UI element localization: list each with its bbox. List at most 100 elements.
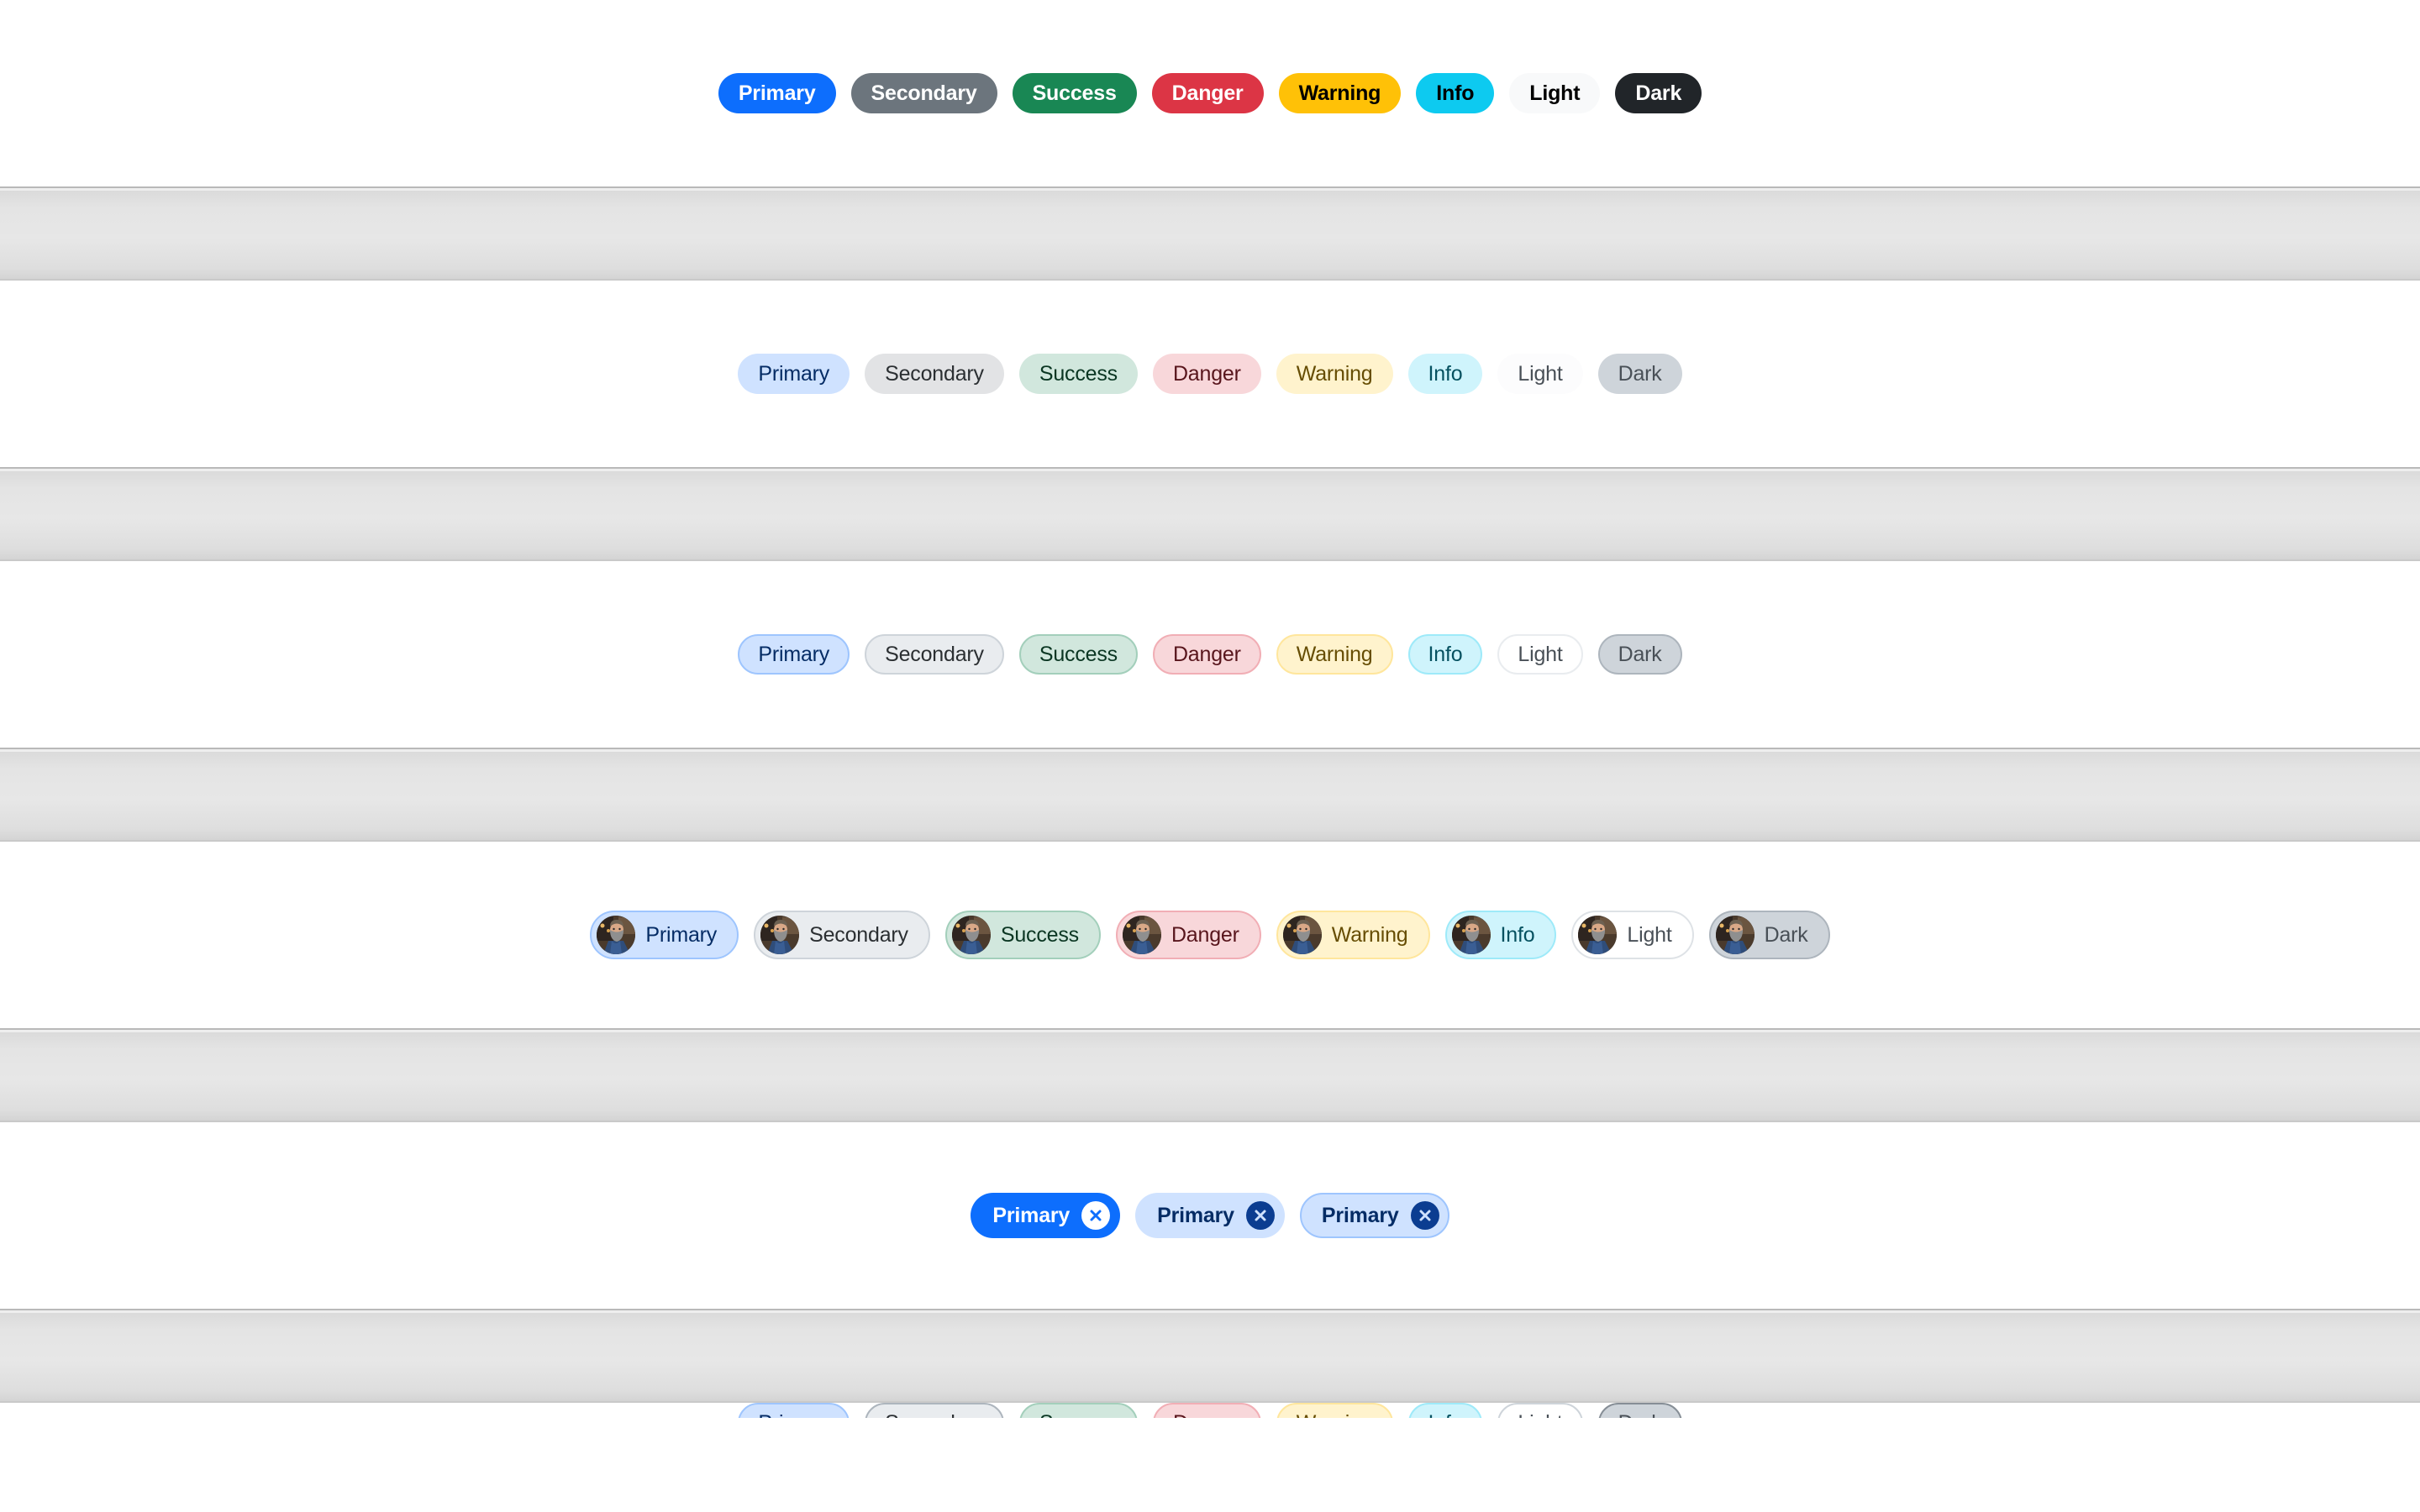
chip-light-light[interactable]: Light (1497, 634, 1583, 675)
avatar-photo (760, 916, 800, 954)
chip-danger-danger[interactable]: Danger (1151, 73, 1264, 113)
chip-label: Primary (645, 922, 718, 947)
user-avatar (597, 916, 636, 954)
chip-success-success[interactable]: Success (1018, 354, 1138, 394)
chip-primary-primary[interactable]: Primary (738, 634, 850, 675)
chip-secondary-secondary[interactable]: Secondary (865, 1403, 1004, 1418)
chip-label: Warning (1296, 361, 1373, 386)
chip-label: Warning (1298, 81, 1381, 105)
section-clipped-chips: Primary Secondary Success Danger Warning Info… (0, 1403, 2420, 1418)
user-avatar (1451, 916, 1491, 954)
avatar-photo (597, 916, 636, 954)
chip-primary-primary[interactable]: Primary (738, 354, 850, 394)
chip-row-soft: Primary Secondary Success Danger Warning Info… (738, 354, 1682, 394)
chip-outline-primary[interactable]: Primary (1299, 1193, 1449, 1238)
chip-success-success[interactable]: Success (1018, 1403, 1138, 1418)
avatar-photo (951, 916, 991, 954)
close-icon (1255, 1210, 1266, 1221)
chip-dark-dark[interactable]: Dark (1708, 911, 1830, 959)
chip-success-success[interactable]: Success (944, 911, 1101, 959)
chip-dark-dark[interactable]: Dark (1597, 354, 1682, 394)
chip-label: Primary (992, 1203, 1071, 1227)
avatar-photo (1122, 916, 1161, 954)
section-outlined-chips: Primary Secondary Success Danger Warning Info… (0, 561, 2420, 748)
chip-label: Dark (1635, 81, 1682, 105)
chip-warning-warning[interactable]: Warning (1276, 634, 1393, 675)
chip-label: Warning (1331, 922, 1408, 947)
chip-label: Info (1428, 1412, 1463, 1418)
avatar-photo (1715, 916, 1754, 954)
chip-label: Primary (1157, 1203, 1234, 1227)
chip-label: Primary (758, 642, 830, 666)
section-closable-chips: Primary Primary Primary (0, 1122, 2420, 1309)
chip-success-success[interactable]: Success (1012, 73, 1137, 113)
chip-secondary-secondary[interactable]: Secondary (865, 354, 1004, 394)
chip-dark-dark[interactable]: Dark (1597, 634, 1682, 675)
chip-label: Danger (1171, 81, 1244, 105)
section-solid-chips: Primary Secondary Success Danger Warning Info… (0, 0, 2420, 186)
section-soft-chips: Primary Secondary Success Danger Warning Info… (0, 281, 2420, 467)
chip-row-clipped: Primary Secondary Success Danger Warning Info… (738, 1403, 1682, 1418)
chip-danger-danger[interactable]: Danger (1115, 911, 1261, 959)
chip-warning-warning[interactable]: Warning (1276, 1403, 1393, 1418)
chip-secondary-secondary[interactable]: Secondary (865, 634, 1004, 675)
chip-danger-danger[interactable]: Danger (1152, 354, 1261, 394)
chip-label: Dark (1618, 1412, 1662, 1418)
chip-danger-danger[interactable]: Danger (1152, 1403, 1261, 1418)
chip-label: Warning (1297, 1412, 1373, 1418)
chip-warning-warning[interactable]: Warning (1276, 354, 1393, 394)
chip-close-button[interactable] (1410, 1201, 1439, 1230)
user-avatar (1578, 916, 1618, 954)
chip-light-light[interactable]: Light (1497, 354, 1583, 394)
chip-label: Primary (758, 361, 830, 386)
chip-label: Success (1032, 81, 1117, 105)
user-avatar (1715, 916, 1754, 954)
chip-close-button[interactable] (1081, 1201, 1111, 1230)
chip-close-button[interactable] (1245, 1201, 1275, 1230)
chip-light-light[interactable]: Light (1571, 911, 1694, 959)
chip-primary-primary[interactable]: Primary (738, 1403, 850, 1418)
chip-label: Success (1000, 922, 1079, 947)
section-divider-2 (0, 467, 2420, 561)
chip-label: Info (1428, 361, 1463, 386)
chip-light-light[interactable]: Light (1497, 1403, 1583, 1418)
chip-label: Dark (1764, 922, 1808, 947)
chip-row-avatar: Primary Secondary Success Danger Warning Info… (590, 911, 1830, 959)
chip-label: Info (1500, 922, 1535, 947)
avatar-photo (1451, 916, 1491, 954)
chip-danger-danger[interactable]: Danger (1152, 634, 1261, 675)
user-avatar (1122, 916, 1161, 954)
chip-label: Secondary (885, 1412, 984, 1418)
chip-success-success[interactable]: Success (1018, 634, 1138, 675)
chip-secondary-secondary[interactable]: Secondary (754, 911, 930, 959)
chip-dark-dark[interactable]: Dark (1615, 73, 1702, 113)
section-avatar-chips: Primary Secondary Success Danger Warning Info… (0, 842, 2420, 1028)
chip-info-info[interactable]: Info (1407, 634, 1483, 675)
chip-warning-warning[interactable]: Warning (1276, 911, 1430, 959)
chip-warning-warning[interactable]: Warning (1278, 73, 1402, 113)
section-divider-5 (0, 1309, 2420, 1403)
chip-label: Primary (738, 81, 816, 105)
chips-showcase-page: Primary Secondary Success Danger Warning Info… (0, 0, 2420, 1512)
chip-primary-primary[interactable]: Primary (590, 911, 739, 959)
chip-info-info[interactable]: Info (1444, 911, 1557, 959)
section-divider-4 (0, 1028, 2420, 1122)
chip-info-info[interactable]: Info (1407, 354, 1483, 394)
chip-filled-primary[interactable]: Primary (971, 1193, 1121, 1238)
chip-dark-dark[interactable]: Dark (1597, 1403, 1682, 1418)
chip-label: Info (1428, 642, 1463, 666)
chip-label: Danger (1171, 922, 1239, 947)
avatar-photo (1578, 916, 1618, 954)
chip-primary-primary[interactable]: Primary (718, 73, 836, 113)
chip-label: Danger (1172, 642, 1241, 666)
user-avatar (1282, 916, 1322, 954)
chip-label: Danger (1172, 361, 1241, 386)
chip-info-info[interactable]: Info (1407, 1403, 1483, 1418)
chip-label: Light (1518, 642, 1563, 666)
chip-label: Light (1529, 81, 1581, 105)
chip-row-solid: Primary Secondary Success Danger Warning Info… (718, 73, 1702, 113)
chip-light-light[interactable]: Light (1509, 73, 1601, 113)
chip-soft-primary[interactable]: Primary (1135, 1193, 1285, 1238)
chip-secondary-secondary[interactable]: Secondary (850, 73, 997, 113)
chip-info-info[interactable]: Info (1416, 73, 1495, 113)
